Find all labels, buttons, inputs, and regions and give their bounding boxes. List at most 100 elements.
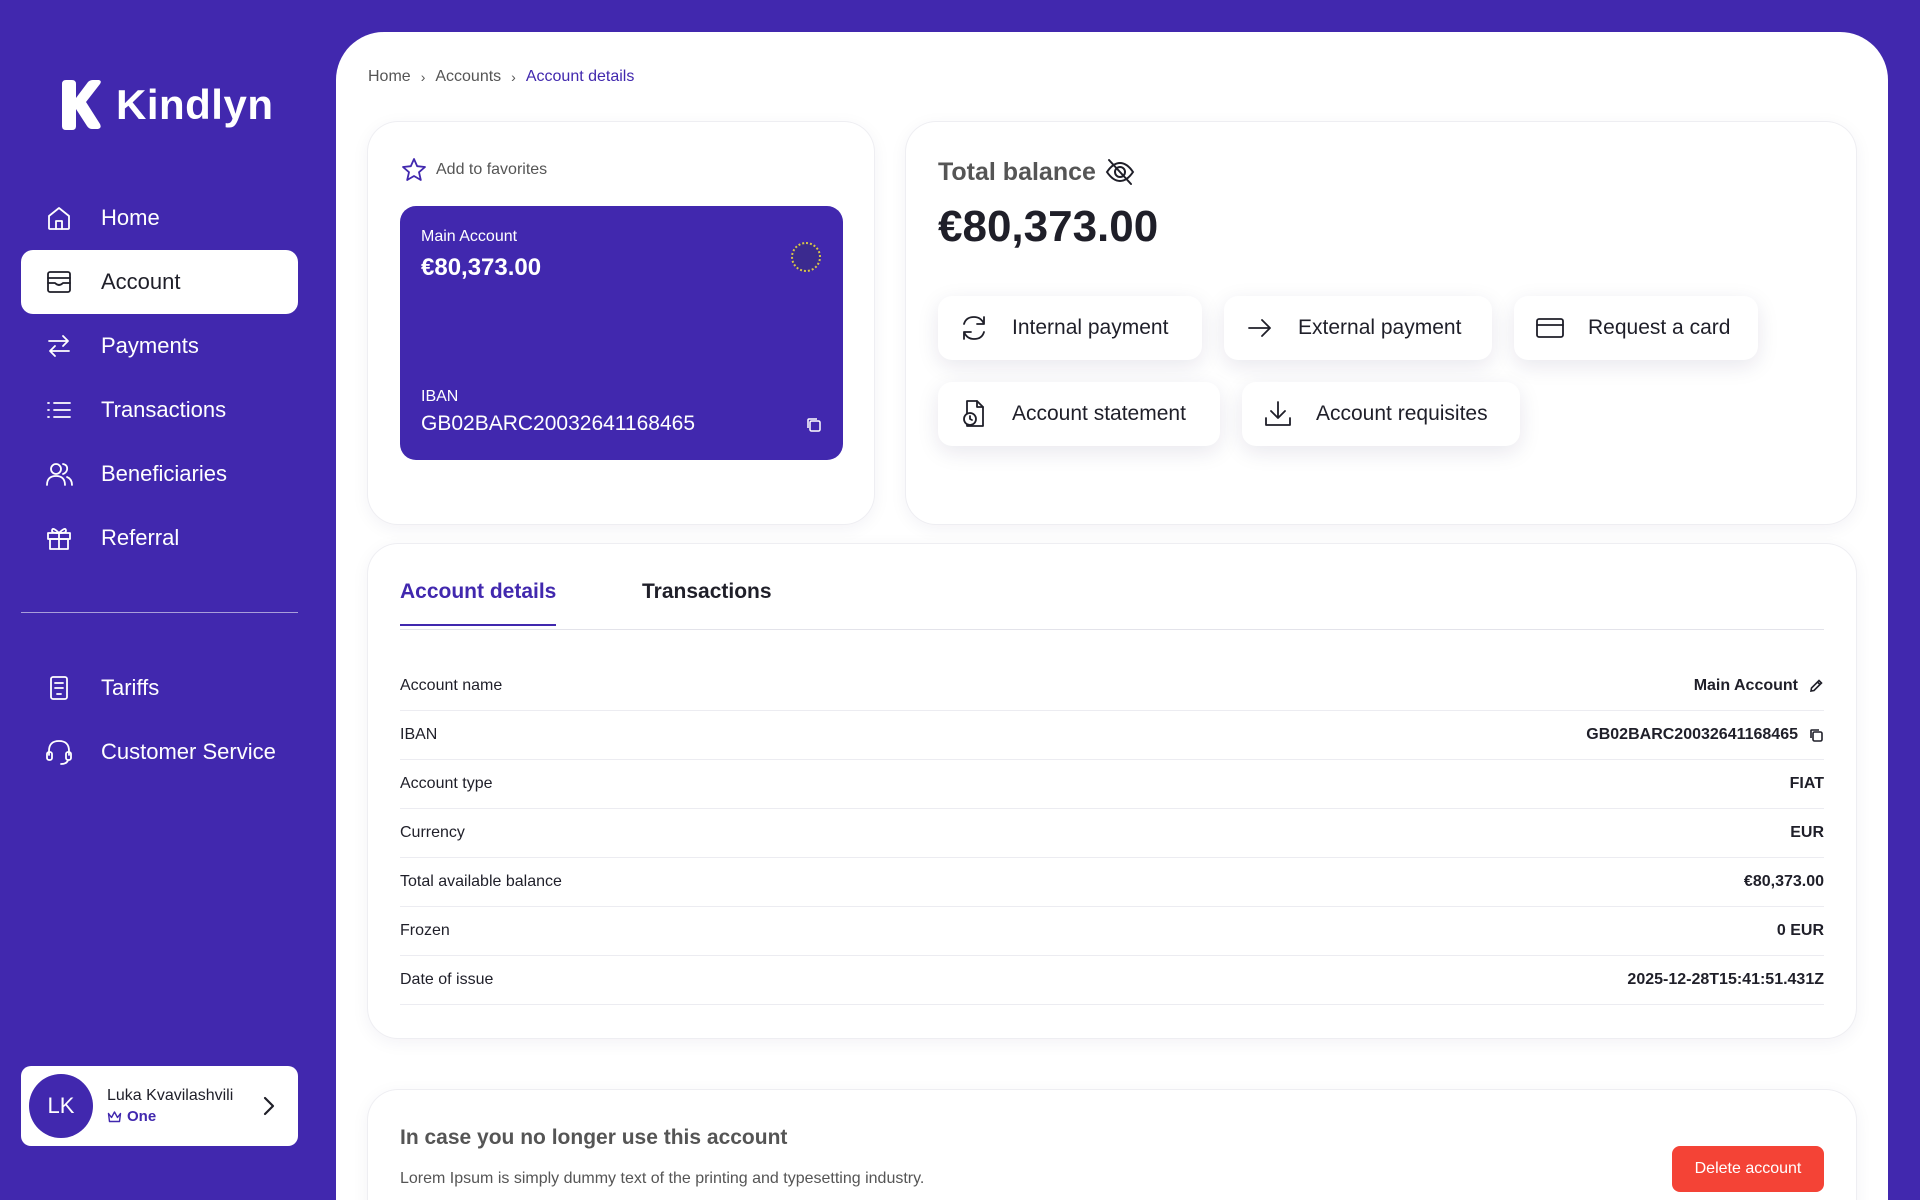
sidebar-item-customer-service[interactable]: Customer Service [21, 720, 298, 784]
delete-section-title: In case you no longer use this account [400, 1126, 788, 1149]
account-details-panel: Account details Transactions Account nam… [368, 544, 1856, 1038]
sidebar-item-tariffs[interactable]: Tariffs [21, 656, 298, 720]
arrow-right-icon [1248, 319, 1271, 337]
sidebar-item-account[interactable]: Account [21, 250, 298, 314]
detail-row-date-of-issue: Date of issue 2025-12-28T15:41:51.431Z [400, 956, 1824, 1005]
detail-label: IBAN [400, 726, 438, 743]
card-account-name: Main Account [421, 228, 518, 245]
account-requisites-button[interactable]: Account requisites [1242, 382, 1520, 446]
total-balance-value: €80,373.00 [938, 202, 1159, 251]
sidebar-item-label: Customer Service [101, 739, 276, 764]
home-icon [43, 202, 75, 234]
sidebar-item-label: Transactions [101, 397, 227, 422]
account-name-value: Main Account [1693, 677, 1798, 694]
detail-label: Account name [400, 677, 503, 694]
detail-label: Date of issue [400, 971, 494, 988]
document-icon [43, 672, 75, 704]
sidebar-item-label: Referral [101, 525, 180, 550]
detail-value: Main Account [1694, 677, 1824, 695]
tab-account-details[interactable]: Account details [400, 580, 557, 626]
detail-label: Total available balance [400, 873, 562, 890]
breadcrumb-home[interactable]: Home [368, 68, 411, 86]
external-payment-button[interactable]: External payment [1224, 296, 1492, 360]
user-plan-label: One [127, 1108, 157, 1125]
refresh-icon [963, 316, 985, 340]
total-balance-panel: Total balance €80,373.00 Internal paymen… [906, 122, 1856, 524]
wallet-icon [43, 266, 75, 298]
account-card[interactable]: Main Account €80,373.00 IBAN GB02BARC200… [400, 206, 843, 460]
star-icon [402, 158, 426, 181]
account-requisites-label: Account requisites [1316, 402, 1488, 425]
detail-row-currency: Currency EUR [400, 809, 1824, 858]
breadcrumb-current: Account details [525, 68, 635, 85]
detail-row-account-name: Account name Main Account [400, 662, 1824, 711]
sidebar-item-referral[interactable]: Referral [21, 506, 298, 570]
internal-payment-button[interactable]: Internal payment [938, 296, 1202, 360]
detail-row-account-type: Account type FIAT [400, 760, 1824, 809]
card-iban-label: IBAN [421, 388, 459, 405]
sidebar-item-label: Payments [101, 333, 199, 358]
detail-label: Account type [400, 775, 493, 792]
arrows-icon [43, 330, 75, 362]
sidebar-item-payments[interactable]: Payments [21, 314, 298, 378]
chevron-right-icon: › [511, 69, 516, 85]
detail-label: Currency [400, 824, 465, 841]
delete-account-panel: In case you no longer use this account L… [368, 1090, 1856, 1200]
card-balance: €80,373.00 [421, 254, 542, 281]
sidebar-item-label: Home [101, 205, 160, 230]
detail-value: €80,373.00 [1743, 873, 1824, 890]
list-icon [43, 394, 75, 426]
copy-icon[interactable] [1808, 727, 1824, 743]
user-info: Luka Kvavilashvili One [107, 1087, 254, 1125]
detail-row-available-balance: Total available balance €80,373.00 [400, 858, 1824, 907]
delete-section-text: Lorem Ipsum is simply dummy text of the … [400, 1170, 925, 1187]
sidebar-divider [21, 612, 298, 613]
detail-value: 0 EUR [1776, 922, 1824, 939]
chevron-right-icon [263, 1096, 275, 1116]
account-statement-label: Account statement [1012, 402, 1186, 425]
eye-off-icon[interactable] [1104, 156, 1136, 188]
details-tabs: Account details Transactions [400, 544, 1824, 630]
detail-row-iban: IBAN GB02BARC20032641168465 [400, 711, 1824, 760]
crown-icon [107, 1111, 122, 1123]
copy-icon[interactable] [805, 416, 823, 434]
card-iban: GB02BARC20032641168465 [421, 412, 695, 435]
breadcrumb: Home › Accounts › Account details [368, 68, 634, 86]
sidebar-item-label: Account [101, 269, 181, 294]
iban-value: GB02BARC20032641168465 [1586, 726, 1798, 743]
sidebar-item-transactions[interactable]: Transactions [21, 378, 298, 442]
user-profile-card[interactable]: LK Luka Kvavilashvili One [21, 1066, 298, 1146]
external-payment-label: External payment [1298, 316, 1462, 339]
document-clock-icon [963, 400, 984, 427]
app-name: Kindlyn [116, 81, 274, 128]
breadcrumb-accounts[interactable]: Accounts [435, 68, 501, 86]
delete-account-button[interactable]: Delete account [1672, 1146, 1824, 1192]
detail-value: EUR [1790, 824, 1824, 841]
sidebar-item-beneficiaries[interactable]: Beneficiaries [21, 442, 298, 506]
total-balance-label: Total balance [938, 156, 1136, 188]
main-nav: Home Account Payments Transactions Benef… [21, 186, 298, 570]
details-list: Account name Main Account IBAN GB02BARC2… [400, 662, 1824, 1005]
eu-flag-icon [791, 242, 821, 272]
headset-icon [43, 736, 75, 768]
add-to-favorites-button[interactable]: Add to favorites [400, 156, 547, 184]
request-card-label: Request a card [1588, 316, 1731, 339]
secondary-nav: Tariffs Customer Service [21, 656, 298, 784]
logo[interactable]: Kindlyn [58, 78, 274, 132]
request-card-button[interactable]: Request a card [1514, 296, 1758, 360]
chevron-right-icon: › [420, 69, 426, 85]
account-card-panel: Add to favorites Main Account €80,373.00… [368, 122, 874, 524]
account-statement-button[interactable]: Account statement [938, 382, 1220, 446]
internal-payment-label: Internal payment [1012, 316, 1169, 339]
user-plan: One [107, 1108, 254, 1125]
sidebar-item-home[interactable]: Home [21, 186, 298, 250]
download-icon [1265, 401, 1291, 426]
pencil-icon[interactable] [1808, 678, 1824, 694]
kindlyn-logo-icon [62, 80, 101, 130]
users-icon [43, 458, 75, 490]
sidebar: Kindlyn Home Account Payments Transactio… [0, 0, 336, 1200]
avatar: LK [29, 1074, 93, 1138]
sidebar-item-label: Beneficiaries [101, 461, 227, 486]
tab-transactions[interactable]: Transactions [642, 580, 772, 624]
favorites-label: Add to favorites [436, 161, 548, 178]
